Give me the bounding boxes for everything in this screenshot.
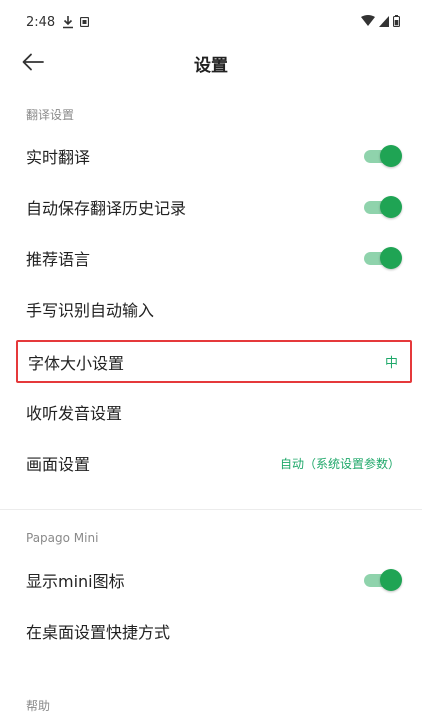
toggle-thumb <box>380 247 402 269</box>
setting-label: 自动保存翻译历史记录 <box>26 199 187 218</box>
setting-display[interactable]: 画面设置 自动（系统设置参数） <box>16 441 412 485</box>
setting-label: 推荐语言 <box>26 250 91 269</box>
setting-show-mini-icon[interactable]: 显示mini图标 <box>16 558 412 602</box>
status-icons <box>361 15 400 27</box>
section-divider <box>0 509 422 510</box>
setting-autosave-history[interactable]: 自动保存翻译历史记录 <box>16 185 412 229</box>
setting-handwriting-autoinput[interactable]: 手写识别自动输入 <box>16 287 412 331</box>
font-size-value: 中 <box>384 356 398 371</box>
app-bar: 设置 <box>0 44 422 80</box>
status-time: 2:48 <box>26 15 56 30</box>
recommend-language-toggle[interactable] <box>364 247 402 269</box>
battery-icon <box>393 15 400 27</box>
toggle-thumb <box>380 145 402 167</box>
setting-listen-pronunciation[interactable]: 收听发音设置 <box>16 390 412 434</box>
setting-desktop-shortcut[interactable]: 在桌面设置快捷方式 <box>16 609 412 653</box>
display-value: 自动（系统设置参数） <box>279 456 400 471</box>
setting-label: 在桌面设置快捷方式 <box>26 623 171 642</box>
setting-label: 画面设置 <box>26 455 91 474</box>
setting-label: 显示mini图标 <box>26 572 125 591</box>
download-icon <box>63 16 73 29</box>
signal-icon <box>379 15 389 27</box>
section-header-translation: 翻译设置 <box>26 108 75 122</box>
sim-card-icon <box>80 17 89 27</box>
page-title: 设置 <box>194 56 228 76</box>
toggle-thumb <box>380 569 402 591</box>
show-mini-icon-toggle[interactable] <box>364 569 402 591</box>
setting-label: 实时翻译 <box>26 148 91 167</box>
setting-font-size[interactable]: 字体大小设置 中 <box>16 340 412 383</box>
section-header-help: 帮助 <box>26 699 51 713</box>
setting-recommend-language[interactable]: 推荐语言 <box>16 236 412 280</box>
setting-label: 字体大小设置 <box>28 353 125 373</box>
status-bar: 2:48 <box>0 0 422 44</box>
setting-realtime-translation[interactable]: 实时翻译 <box>16 134 412 178</box>
setting-label: 手写识别自动输入 <box>26 301 155 320</box>
toggle-thumb <box>380 196 402 218</box>
autosave-history-toggle[interactable] <box>364 196 402 218</box>
wifi-icon <box>361 15 375 26</box>
section-header-papago-mini: Papago Mini <box>26 531 99 545</box>
setting-label: 收听发音设置 <box>26 404 123 423</box>
realtime-translation-toggle[interactable] <box>364 145 402 167</box>
